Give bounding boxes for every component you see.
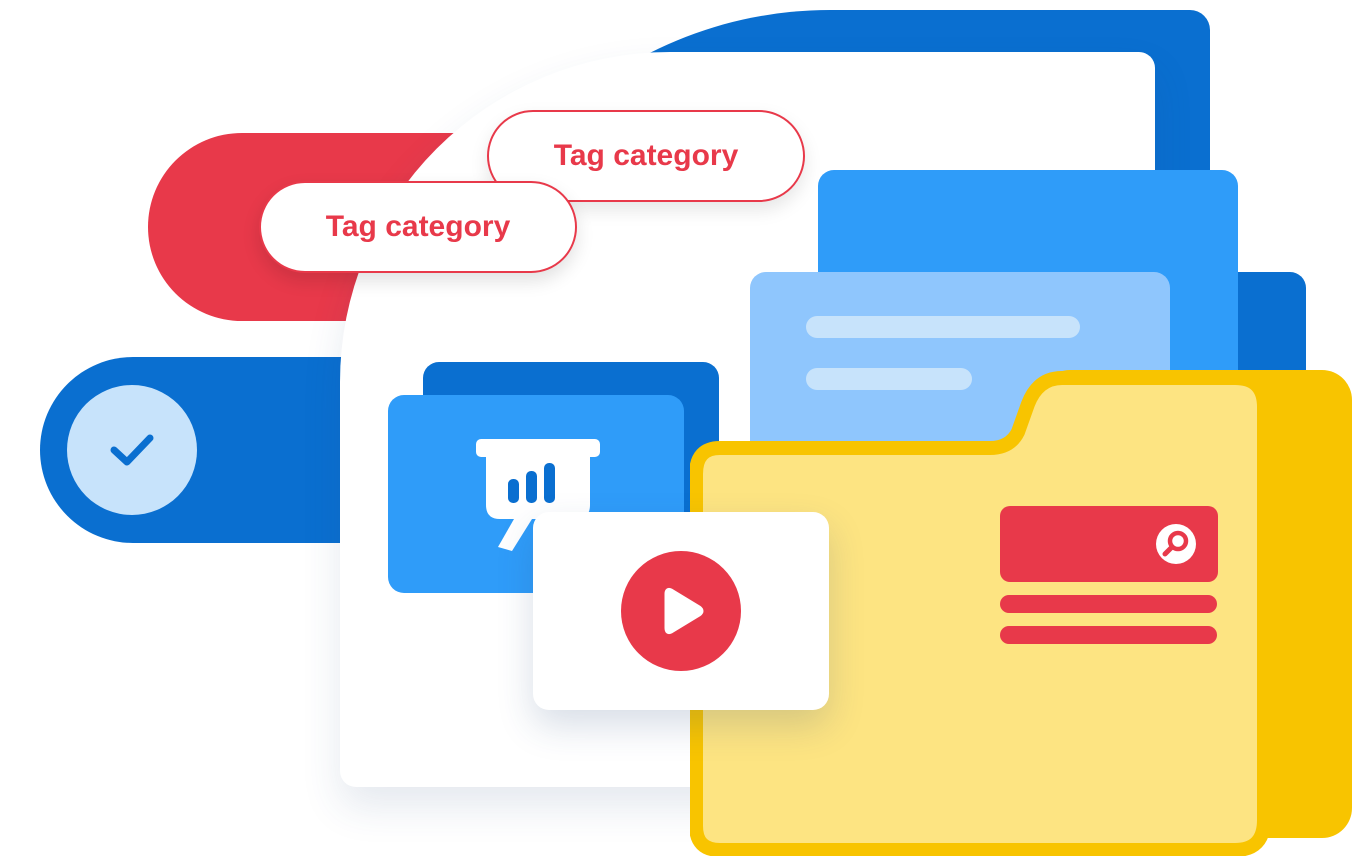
text-line	[806, 316, 1080, 338]
illustration: Tag category Tag category	[0, 0, 1353, 856]
video-card[interactable]	[533, 512, 829, 710]
tag-category-front[interactable]: Tag category	[259, 181, 577, 273]
result-line	[1000, 595, 1217, 613]
tag-label: Tag category	[325, 210, 511, 243]
check-icon	[110, 434, 154, 466]
search-icon[interactable]	[1154, 522, 1198, 566]
play-icon[interactable]	[619, 549, 743, 673]
tag-label: Tag category	[553, 139, 739, 172]
result-line	[1000, 626, 1217, 644]
check-circle	[67, 385, 197, 515]
